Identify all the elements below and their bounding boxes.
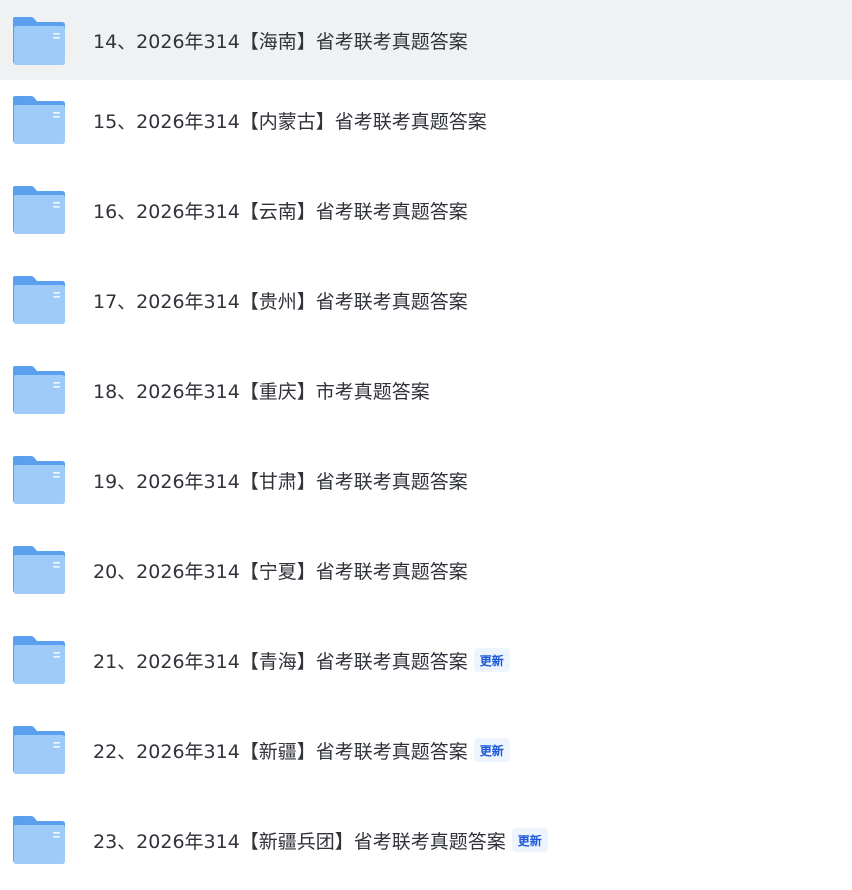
file-name-text[interactable]: 15、2026年314【内蒙古】省考联考真题答案 [93,107,487,134]
file-row[interactable]: 20、2026年314【宁夏】省考联考真题答案 [0,530,852,620]
file-row[interactable]: 23、2026年314【新疆兵团】省考联考真题答案 更新 [0,800,852,890]
folder-icon [11,724,67,776]
file-row[interactable]: 15、2026年314【内蒙古】省考联考真题答案 [0,80,852,170]
file-row[interactable]: 14、2026年314【海南】省考联考真题答案 [0,0,852,80]
update-badge: 更新 [473,648,510,672]
file-row[interactable]: 21、2026年314【青海】省考联考真题答案 更新 [0,620,852,710]
file-row[interactable]: 17、2026年314【贵州】省考联考真题答案 [0,260,852,350]
file-name-text[interactable]: 16、2026年314【云南】省考联考真题答案 [93,197,468,224]
file-name[interactable]: 20、2026年314【宁夏】省考联考真题答案 [93,530,468,610]
file-name-text[interactable]: 20、2026年314【宁夏】省考联考真题答案 [93,557,468,584]
file-name-text[interactable]: 17、2026年314【贵州】省考联考真题答案 [93,287,468,314]
file-name[interactable]: 18、2026年314【重庆】市考真题答案 [93,350,430,430]
file-name[interactable]: 23、2026年314【新疆兵团】省考联考真题答案 更新 [93,800,548,880]
file-name-text[interactable]: 22、2026年314【新疆】省考联考真题答案 [93,737,468,764]
folder-icon [11,814,67,866]
file-row[interactable]: 18、2026年314【重庆】市考真题答案 [0,350,852,440]
file-name-text[interactable]: 23、2026年314【新疆兵团】省考联考真题答案 [93,827,506,854]
file-name-text[interactable]: 19、2026年314【甘肃】省考联考真题答案 [93,467,468,494]
file-name[interactable]: 15、2026年314【内蒙古】省考联考真题答案 [93,80,487,160]
update-badge: 更新 [511,828,548,852]
file-row[interactable]: 16、2026年314【云南】省考联考真题答案 [0,170,852,260]
file-name[interactable]: 22、2026年314【新疆】省考联考真题答案 更新 [93,710,510,790]
file-name[interactable]: 19、2026年314【甘肃】省考联考真题答案 [93,440,468,520]
file-name[interactable]: 14、2026年314【海南】省考联考真题答案 [93,0,468,80]
file-name[interactable]: 17、2026年314【贵州】省考联考真题答案 [93,260,468,340]
folder-icon [11,544,67,596]
folder-icon [11,184,67,236]
folder-icon [11,364,67,416]
folder-icon [11,454,67,506]
file-name[interactable]: 16、2026年314【云南】省考联考真题答案 [93,170,468,250]
file-list: 14、2026年314【海南】省考联考真题答案 15、2026年314【内蒙古】… [0,0,852,890]
file-name-text[interactable]: 14、2026年314【海南】省考联考真题答案 [93,27,468,54]
folder-icon [11,15,67,67]
file-name[interactable]: 21、2026年314【青海】省考联考真题答案 更新 [93,620,510,700]
file-name-text[interactable]: 21、2026年314【青海】省考联考真题答案 [93,647,468,674]
file-row[interactable]: 22、2026年314【新疆】省考联考真题答案 更新 [0,710,852,800]
update-badge: 更新 [473,738,510,762]
file-name-text[interactable]: 18、2026年314【重庆】市考真题答案 [93,377,430,404]
folder-icon [11,634,67,686]
file-row[interactable]: 19、2026年314【甘肃】省考联考真题答案 [0,440,852,530]
folder-icon [11,94,67,146]
folder-icon [11,274,67,326]
